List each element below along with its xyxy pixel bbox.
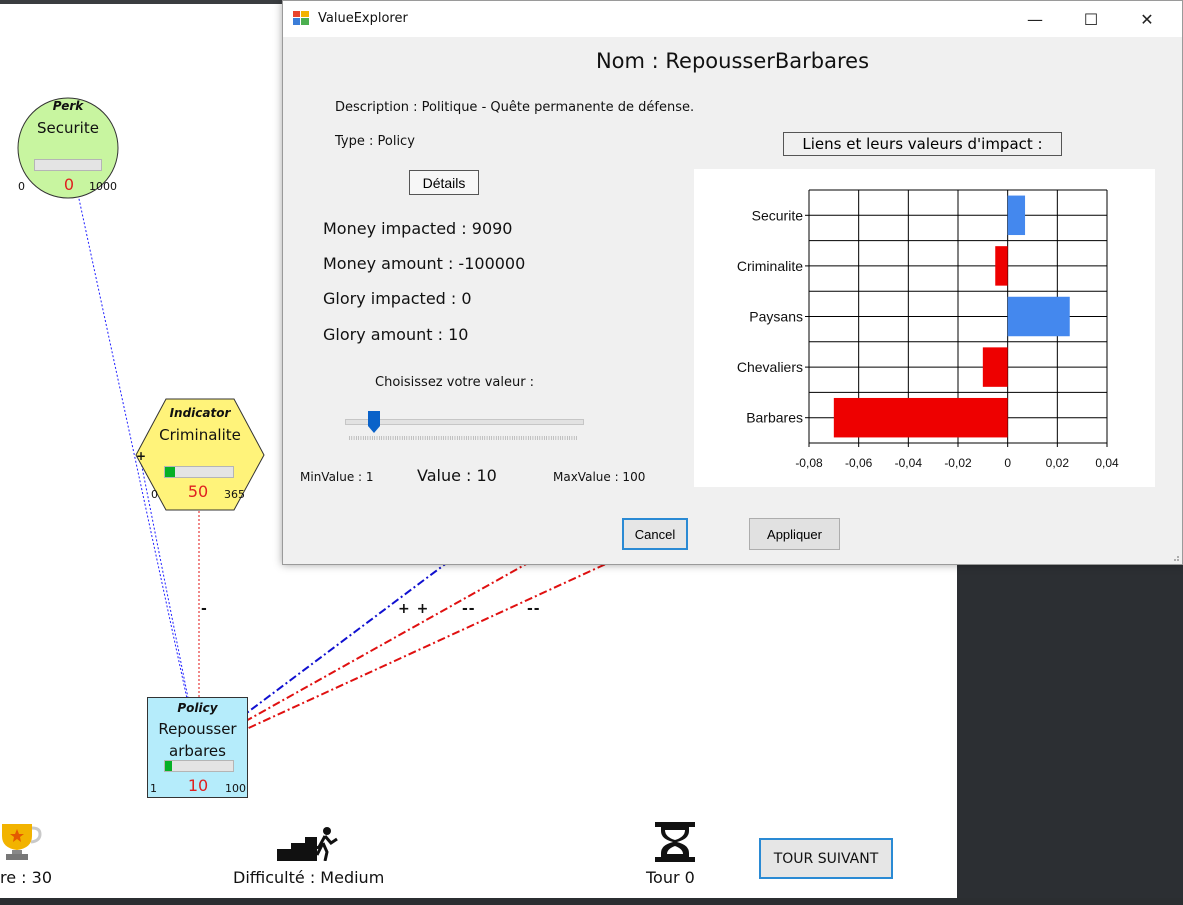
score-label: re : 30 — [0, 868, 52, 887]
min-value-text: MinValue : 1 — [300, 470, 374, 484]
link-sign-plus-plus: + + — [398, 601, 430, 617]
glory-amount-text: Glory amount : 10 — [323, 325, 469, 344]
chart-category-label: Barbares — [746, 410, 803, 426]
resize-grip-icon[interactable] — [1170, 552, 1180, 562]
perk-min: 0 — [18, 180, 25, 193]
difficulty-label: Difficulté : Medium — [233, 868, 385, 887]
indicator-anchor-plus: + — [136, 449, 148, 463]
chart-category-label: Securite — [752, 207, 804, 223]
turn-label: Tour 0 — [646, 868, 695, 887]
close-button[interactable]: ✕ — [1124, 1, 1170, 37]
indicator-value: 50 — [187, 482, 209, 501]
chart-tick-label: 0,04 — [1095, 456, 1119, 470]
link-line-barbares — [204, 562, 609, 749]
chart-bar — [982, 347, 1008, 387]
apply-button[interactable]: Appliquer — [749, 518, 840, 550]
chart-bar — [833, 397, 1008, 438]
link-sign-minus: - — [201, 601, 208, 617]
app-icon — [293, 11, 309, 25]
window-bottom-strip — [0, 898, 1183, 905]
window-title: ValueExplorer — [318, 11, 408, 26]
value-explorer-dialog: ValueExplorer — ☐ ✕ Nom : RepousserBarba… — [282, 0, 1183, 565]
details-button[interactable]: Détails — [409, 170, 479, 195]
stairs-climber-icon — [277, 827, 338, 861]
cancel-button[interactable]: Cancel — [622, 518, 688, 550]
description-text: Description : Politique - Quête permanen… — [335, 100, 695, 115]
max-value-text: MaxValue : 100 — [553, 470, 646, 484]
element-name-heading: Nom : RepousserBarbares — [595, 49, 870, 73]
next-turn-button[interactable]: TOUR SUIVANT — [759, 838, 893, 879]
slider-thumb[interactable] — [367, 411, 380, 433]
policy-progress-bar — [164, 760, 234, 772]
money-impacted-text: Money impacted : 9090 — [323, 219, 513, 238]
chart-tick-label: -0,06 — [845, 456, 873, 470]
indicator-max: 365 — [224, 488, 245, 501]
chart-category-label: Chevaliers — [737, 359, 803, 375]
type-text: Type : Policy — [335, 134, 415, 149]
policy-progress-fill — [165, 761, 172, 771]
indicator-name: Criminalite — [159, 426, 241, 444]
perk-max: 1000 — [89, 180, 117, 193]
chart-tick-label: -0,02 — [944, 456, 972, 470]
link-line-chevaliers — [202, 562, 529, 746]
policy-name-line1: Repousser — [158, 720, 237, 738]
slider-track[interactable] — [345, 419, 584, 425]
title-bar[interactable]: ValueExplorer — ☐ ✕ — [283, 1, 1182, 37]
chart-tick-label: -0,08 — [795, 456, 823, 470]
perk-name: Securite — [37, 119, 99, 137]
link-sign-minus-minus: -- — [462, 601, 476, 617]
links-title: Liens et leurs valeurs d'impact : — [783, 132, 1062, 156]
chart-bar — [1007, 195, 1026, 236]
indicator-kind-label: Indicator — [169, 406, 231, 420]
indicator-progress-fill — [165, 467, 175, 477]
link-sign-minus-minus: -- — [527, 601, 541, 617]
impact-bar-chart: Securite Criminalite Paysans Chevaliers Barb… — [694, 169, 1155, 487]
indicator-min: 0 — [151, 488, 158, 501]
slider-prompt: Choisissez votre valeur : — [375, 375, 535, 390]
chart-category-label: Criminalite — [737, 258, 803, 274]
chart-category-label: Paysans — [749, 309, 803, 325]
policy-value: 10 — [187, 776, 209, 795]
perk-value: 0 — [63, 175, 75, 194]
chart-bar — [995, 246, 1008, 286]
hourglass-icon — [655, 822, 695, 862]
indicator-progress-bar — [164, 466, 234, 478]
value-slider[interactable] — [345, 406, 585, 442]
maximize-button[interactable]: ☐ — [1068, 1, 1114, 37]
minimize-button[interactable]: — — [1012, 1, 1058, 37]
slider-ticks — [349, 436, 577, 440]
perk-progress-bar — [34, 159, 102, 171]
perk-kind-label: Perk — [52, 99, 84, 113]
chart-bar — [1007, 296, 1070, 337]
chart-tick-label: 0,02 — [1046, 456, 1070, 470]
policy-max: 100 — [225, 782, 246, 795]
chart-tick-label: 0 — [1004, 456, 1011, 470]
value-text: Value : 10 — [417, 466, 497, 485]
chart-tick-label: -0,04 — [895, 456, 923, 470]
policy-kind-label: Policy — [177, 701, 218, 715]
window-top-strip — [0, 0, 283, 4]
trophy-icon — [2, 824, 42, 860]
policy-name-line2: arbares — [169, 742, 226, 760]
money-amount-text: Money amount : -100000 — [323, 254, 526, 273]
glory-impacted-text: Glory impacted : 0 — [323, 289, 472, 308]
policy-min: 1 — [150, 782, 157, 795]
